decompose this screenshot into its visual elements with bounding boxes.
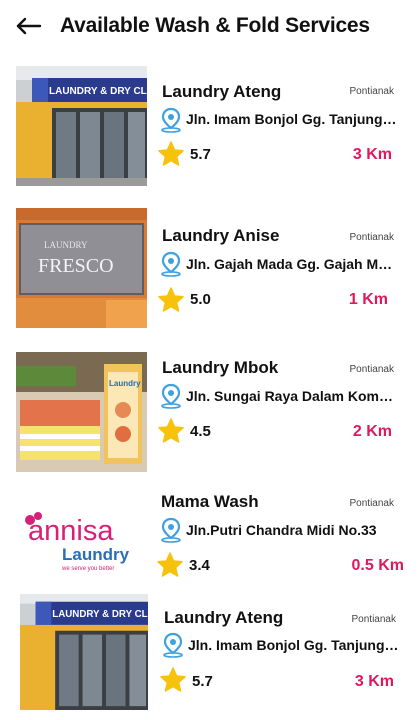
storefront-photo: LAUNDRY FRESCO <box>16 208 147 328</box>
star-icon <box>158 141 184 166</box>
service-rating: 3.4 <box>189 557 210 574</box>
service-rating: 5.7 <box>190 146 211 163</box>
service-distance: 3 Km <box>352 146 392 163</box>
location-pin-icon <box>163 632 183 658</box>
service-distance: 3 Km <box>354 673 394 690</box>
arrow-left-icon <box>16 17 42 35</box>
app-header: Available Wash & Fold Services <box>0 0 420 56</box>
service-name: Laundry Ateng <box>164 608 284 627</box>
location-pin-icon <box>161 107 181 133</box>
shop-sign-text: LAUNDRY & DRY CLEA <box>52 609 148 620</box>
service-address: Jln. Sungai Raya Dalam Komplek <box>186 388 398 404</box>
logo-word: annisa <box>28 515 114 547</box>
star-icon <box>157 552 183 577</box>
service-rating: 5.0 <box>190 291 211 308</box>
service-name: Mama Wash <box>161 492 259 511</box>
service-card-mama-wash[interactable]: annisa Laundry we serve you better Mama … <box>0 478 420 602</box>
service-card-laundry-ateng-2[interactable]: LAUNDRY & DRY CLEA Laundry Ateng Pontian… <box>0 594 420 718</box>
storefront-photo: LAUNDRY & DRY CLEA <box>20 594 148 710</box>
page-title: Available Wash & Fold Services <box>60 14 370 37</box>
shop-sign-text: Laundry <box>109 379 141 388</box>
service-city: Pontianak <box>351 614 396 625</box>
service-card-laundry-ateng[interactable]: LAUNDRY & DRY CLEA Laundry Ateng Pontian… <box>0 64 420 188</box>
service-name: Laundry Mbok <box>162 358 279 377</box>
service-address: Jln. Imam Bonjol Gg. Tanjung Harapan <box>186 111 398 127</box>
star-icon <box>160 667 186 692</box>
star-icon <box>158 287 184 312</box>
service-city: Pontianak <box>349 86 394 97</box>
service-distance: 2 Km <box>352 423 392 440</box>
service-distance: 0.5 Km <box>351 557 404 574</box>
service-card-laundry-anise[interactable]: LAUNDRY FRESCO Laundry Anise Pontianak J… <box>0 208 420 332</box>
service-city: Pontianak <box>349 498 394 509</box>
service-name: Laundry Anise <box>162 226 280 245</box>
shop-sign-text: FRESCO <box>38 255 114 277</box>
logo-tagline: we serve you better <box>61 566 114 572</box>
service-address: Jln. Gajah Mada Gg. Gajah Mada <box>186 256 398 272</box>
storefront-photo: LAUNDRY & DRY CLEA <box>16 66 147 186</box>
shop-sign-small: LAUNDRY <box>44 240 88 250</box>
service-distance: 1 Km <box>348 291 388 308</box>
service-city: Pontianak <box>349 364 394 375</box>
brand-logo-image: annisa Laundry we serve you better <box>16 478 147 598</box>
location-pin-icon <box>161 517 181 543</box>
location-pin-icon <box>161 251 181 277</box>
location-pin-icon <box>161 383 181 409</box>
service-rating: 4.5 <box>190 423 211 440</box>
service-city: Pontianak <box>349 232 394 243</box>
shop-sign-text: LAUNDRY & DRY CLEA <box>49 86 147 97</box>
storefront-photo: Laundry <box>16 352 147 472</box>
service-rating: 5.7 <box>192 673 213 690</box>
service-name: Laundry Ateng <box>162 82 282 101</box>
service-card-laundry-mbok[interactable]: Laundry Laundry Mbok Pontianak Jln. Sung… <box>0 352 420 476</box>
service-address: Jln. Imam Bonjol Gg. Tanjung Harapan <box>188 637 400 653</box>
service-address: Jln.Putri Chandra Midi No.33 <box>186 522 377 538</box>
star-icon <box>158 418 184 443</box>
back-button[interactable] <box>14 12 44 40</box>
logo-sub: Laundry <box>62 545 130 564</box>
